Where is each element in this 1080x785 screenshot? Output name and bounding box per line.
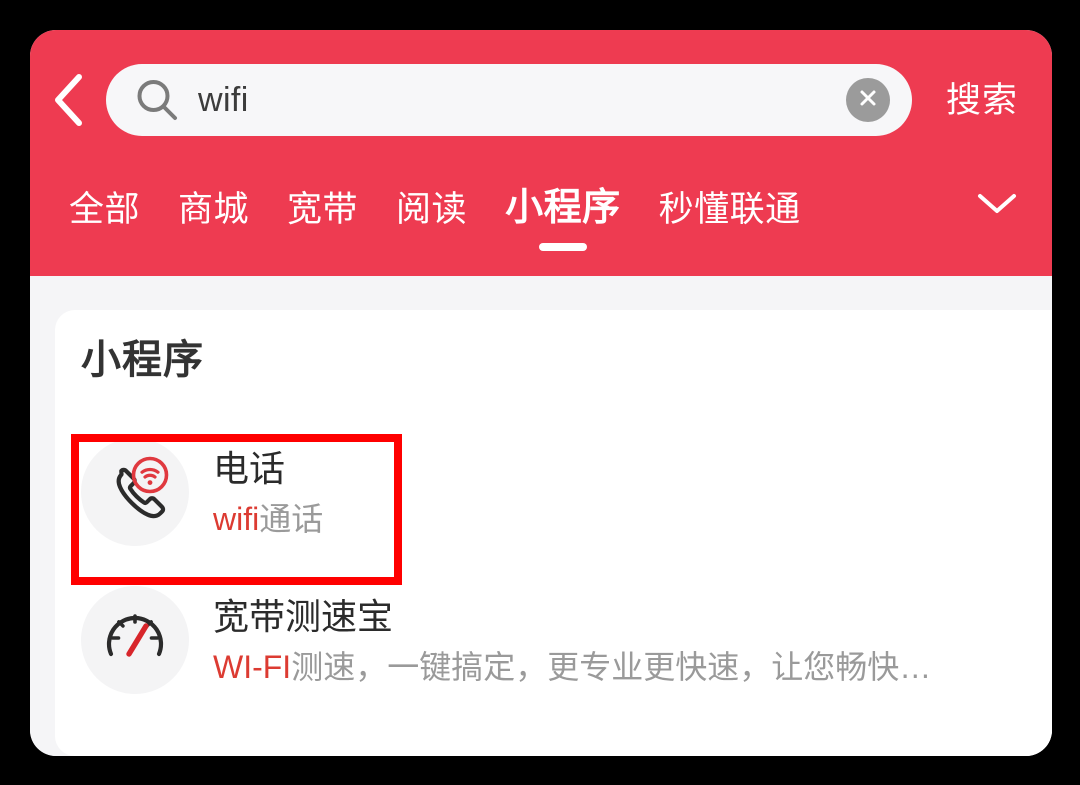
avatar [81,438,189,546]
tab-label: 全部 [69,190,141,229]
active-tab-indicator [538,243,587,251]
close-icon [856,86,880,115]
chevron-down-icon [974,188,1020,223]
tab-broadband[interactable]: 宽带 [268,180,377,227]
tab-miaodongliantong[interactable]: 秒懂联通 [640,180,820,227]
avatar [81,586,189,694]
item-title: 电话 [213,447,286,489]
clear-search-button[interactable] [846,78,890,122]
tab-label: 阅读 [396,190,468,229]
tab-mall[interactable]: 商城 [159,180,268,227]
chevron-left-icon [51,72,85,128]
search-input-container[interactable]: wifi [106,64,912,136]
expand-tabs-button[interactable] [820,180,1034,223]
item-subtitle: WI-FI测速，一键搞定，更专业更快速，让您畅快… [213,648,1026,686]
screenshot-root: wifi 搜索 全部 商城 宽带 阅读 小程序 秒懂联通 小程序 电话 wifi… [0,0,1080,785]
tab-reading[interactable]: 阅读 [377,180,486,227]
tab-miniprogram[interactable]: 小程序 [486,180,640,251]
search-submit-button[interactable]: 搜索 [912,83,1052,118]
tab-all[interactable]: 全部 [50,180,159,227]
tab-label: 秒懂联通 [658,190,801,229]
item-title: 宽带测速宝 [213,595,394,637]
tab-label: 商城 [178,190,250,229]
tab-label: 小程序 [505,187,621,229]
item-subtitle-highlight: wifi [213,500,260,537]
list-item-speedtest[interactable]: 宽带测速宝 WI-FI测速，一键搞定，更专业更快速，让您畅快… [55,566,1052,714]
miniprogram-result-card: 小程序 电话 wifi通话 宽带测速宝 WI-FI测速，一键搞定，更专业更快速，… [55,310,1052,756]
phone-screen-panel: wifi 搜索 全部 商城 宽带 阅读 小程序 秒懂联通 小程序 电话 wifi… [30,30,1052,756]
phone-wifi-icon [99,454,171,531]
section-title: 小程序 [81,338,204,382]
search-icon [134,77,180,123]
result-list: 电话 wifi通话 宽带测速宝 WI-FI测速，一键搞定，更专业更快速，让您畅快… [55,418,1052,714]
search-bar-row: wifi 搜索 [30,30,1052,170]
back-button[interactable] [30,55,106,145]
item-subtitle-rest: 通话 [259,500,324,537]
list-item-phone[interactable]: 电话 wifi通话 [55,418,1052,566]
item-subtitle-highlight: WI-FI [213,648,292,685]
speedometer-icon [99,602,171,679]
item-subtitle: wifi通话 [213,500,1026,538]
item-text-block: 电话 wifi通话 [213,446,1026,538]
results-area: 小程序 电话 wifi通话 宽带测速宝 WI-FI测速，一键搞定，更专业更快速，… [30,276,1052,756]
item-text-block: 宽带测速宝 WI-FI测速，一键搞定，更专业更快速，让您畅快… [213,594,1026,686]
search-input[interactable]: wifi [198,83,846,117]
category-tabs: 全部 商城 宽带 阅读 小程序 秒懂联通 [30,180,1052,276]
tab-label: 宽带 [287,190,359,229]
item-subtitle-rest: 测速，一键搞定，更专业更快速，让您畅快… [291,648,932,685]
search-header: wifi 搜索 全部 商城 宽带 阅读 小程序 秒懂联通 [30,30,1052,276]
